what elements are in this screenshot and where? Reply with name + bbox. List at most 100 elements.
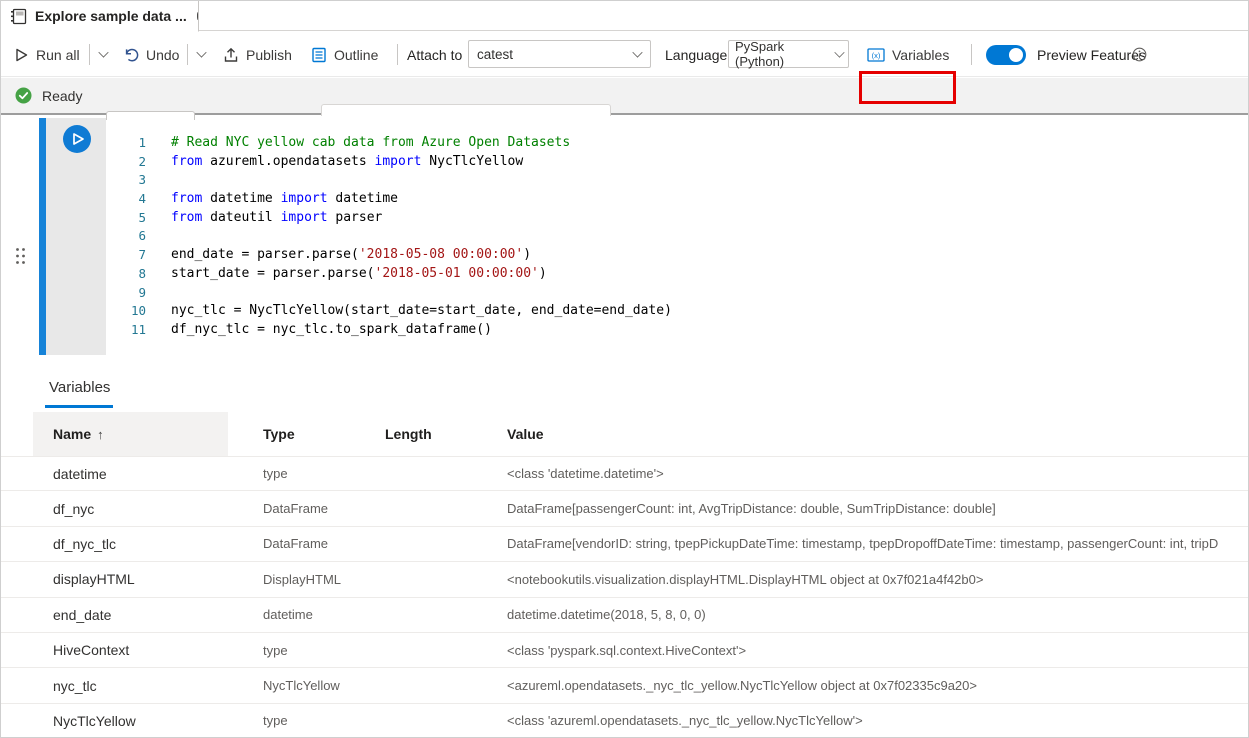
line-number: 5 (106, 209, 146, 228)
line-number: 8 (106, 265, 146, 284)
code-line: 9 (106, 284, 1248, 303)
tab-title: Explore sample data ... (35, 8, 187, 24)
variable-value: DataFrame[vendorID: string, tpepPickupDa… (507, 536, 1248, 551)
cell-toolbar-notch (321, 104, 611, 116)
toolbar-divider (971, 44, 972, 65)
undo-button[interactable]: Undo (123, 32, 179, 77)
preview-features-info-icon[interactable] (1132, 32, 1147, 77)
code-line: 4from datetime import datetime (106, 190, 1248, 209)
code-text: from azureml.opendatasets import NycTlcY… (146, 153, 523, 172)
variables-table-header: Name ↑ Type Length Value (1, 412, 1248, 456)
variable-value: DataFrame[passengerCount: int, AvgTripDi… (507, 501, 1248, 516)
language-label: Language (665, 32, 727, 77)
variable-type: NycTlcYellow (263, 678, 385, 693)
variable-row[interactable]: displayHTMLDisplayHTML <notebookutils.vis… (1, 562, 1248, 597)
variable-row[interactable]: HiveContexttype <class 'pyspark.sql.conte… (1, 633, 1248, 668)
variable-value: <class 'pyspark.sql.context.HiveContext'… (507, 643, 1248, 658)
variable-row[interactable]: end_datedatetimedatetime.datetime(2018, … (1, 598, 1248, 633)
cell-selection-bar (39, 118, 46, 355)
variable-value: <class 'azureml.opendatasets._nyc_tlc_ye… (507, 713, 1248, 728)
active-tab-underline (45, 405, 113, 408)
run-cell-button[interactable] (63, 125, 91, 153)
language-dropdown[interactable]: PySpark (Python) (728, 40, 849, 68)
line-number: 3 (106, 171, 146, 190)
variable-type: type (263, 466, 385, 481)
code-line: 1# Read NYC yellow cab data from Azure O… (106, 134, 1248, 153)
column-header-name[interactable]: Name ↑ (1, 426, 263, 442)
variable-value: datetime.datetime(2018, 5, 8, 0, 0) (507, 607, 1248, 622)
outline-button[interactable]: Outline (311, 32, 378, 77)
outline-label: Outline (334, 47, 378, 63)
code-text (146, 284, 171, 303)
variable-row[interactable]: df_nyc_tlcDataFrameDataFrame[vendorID: s… (1, 527, 1248, 562)
variables-icon: (x) (867, 48, 885, 62)
code-line: 11df_nyc_tlc = nyc_tlc.to_spark_datafram… (106, 321, 1248, 340)
status-bar: Ready (1, 78, 1248, 115)
undo-label: Undo (146, 47, 179, 63)
variables-panel-tab[interactable]: Variables (49, 379, 110, 396)
code-line: 10nyc_tlc = NycTlcYellow(start_date=star… (106, 302, 1248, 321)
notebook-tab[interactable]: Explore sample data ... (1, 1, 199, 32)
code-text: start_date = parser.parse('2018-05-01 00… (146, 265, 547, 284)
code-text (146, 171, 171, 190)
variable-name: df_nyc_tlc (1, 536, 263, 552)
variable-type: DisplayHTML (263, 572, 385, 587)
attach-to-label: Attach to (407, 32, 462, 77)
publish-button[interactable]: Publish (223, 32, 292, 77)
line-number: 10 (106, 302, 146, 321)
variable-row[interactable]: df_nycDataFrame DataFrame[passengerCount:… (1, 491, 1248, 526)
variable-row[interactable]: NycTlcYellowtype<class 'azureml.opendata… (1, 704, 1248, 737)
sort-ascending-icon: ↑ (97, 427, 104, 442)
attach-to-dropdown[interactable]: catest (468, 40, 651, 68)
column-header-value[interactable]: Value (507, 426, 1248, 442)
code-text: end_date = parser.parse('2018-05-08 00:0… (146, 246, 531, 265)
toolbar-divider (89, 44, 90, 65)
tab-bar: Explore sample data ... (1, 1, 1248, 31)
preview-features-toggle[interactable] (986, 45, 1026, 65)
run-options-dropdown[interactable] (99, 32, 108, 77)
variable-type: type (263, 643, 385, 658)
code-text (146, 227, 171, 246)
unsaved-changes-dot (197, 12, 198, 20)
code-line: 6 (106, 227, 1248, 246)
run-all-button[interactable]: Run all (14, 32, 80, 77)
variables-label: Variables (892, 47, 949, 63)
toolbar-divider (397, 44, 398, 65)
notebook-icon (10, 8, 27, 25)
line-number: 6 (106, 227, 146, 246)
variables-panel: Variables Name ↑ Type Length Value dateti… (1, 355, 1248, 737)
attach-to-value: catest (477, 47, 513, 62)
variable-value: <azureml.opendatasets._nyc_tlc_yellow.Ny… (507, 678, 1248, 693)
publish-icon (223, 47, 239, 63)
notebook-toolbar: Run all Undo P (1, 32, 1248, 77)
column-header-type[interactable]: Type (263, 426, 385, 442)
notebook-window: Explore sample data ... Run all Undo (0, 0, 1249, 738)
line-number: 1 (106, 134, 146, 153)
code-text: from dateutil import parser (146, 209, 382, 228)
variable-type: type (263, 713, 385, 728)
variables-button[interactable]: (x) Variables (867, 32, 949, 77)
variable-row[interactable]: nyc_tlcNycTlcYellow<azureml.opendatasets… (1, 668, 1248, 703)
variable-name: displayHTML (1, 571, 263, 587)
variable-name: datetime (1, 466, 263, 482)
variable-row[interactable]: datetimetype <class 'datetime.datetime'> (1, 456, 1248, 491)
name-header-label: Name (53, 426, 91, 442)
ready-check-icon (15, 87, 32, 104)
code-line: 2from azureml.opendatasets import NycTlc… (106, 153, 1248, 172)
line-number: 9 (106, 284, 146, 303)
variable-name: HiveContext (1, 642, 263, 658)
chevron-down-icon (632, 47, 642, 57)
undo-options-dropdown[interactable] (197, 32, 206, 77)
status-text: Ready (42, 88, 82, 104)
cell-drag-handle[interactable] (15, 247, 26, 265)
column-header-length[interactable]: Length (385, 426, 507, 442)
cell-gutter (46, 118, 106, 355)
variable-value: <class 'datetime.datetime'> (507, 466, 1248, 481)
code-line: 8start_date = parser.parse('2018-05-01 0… (106, 265, 1248, 284)
variable-type: DataFrame (263, 501, 385, 516)
variable-value: <notebookutils.visualization.displayHTML… (507, 572, 1248, 587)
code-line: 7end_date = parser.parse('2018-05-08 00:… (106, 246, 1248, 265)
toggle-knob (1009, 48, 1023, 62)
variable-name: df_nyc (1, 501, 263, 517)
code-editor[interactable]: 1# Read NYC yellow cab data from Azure O… (106, 118, 1248, 355)
